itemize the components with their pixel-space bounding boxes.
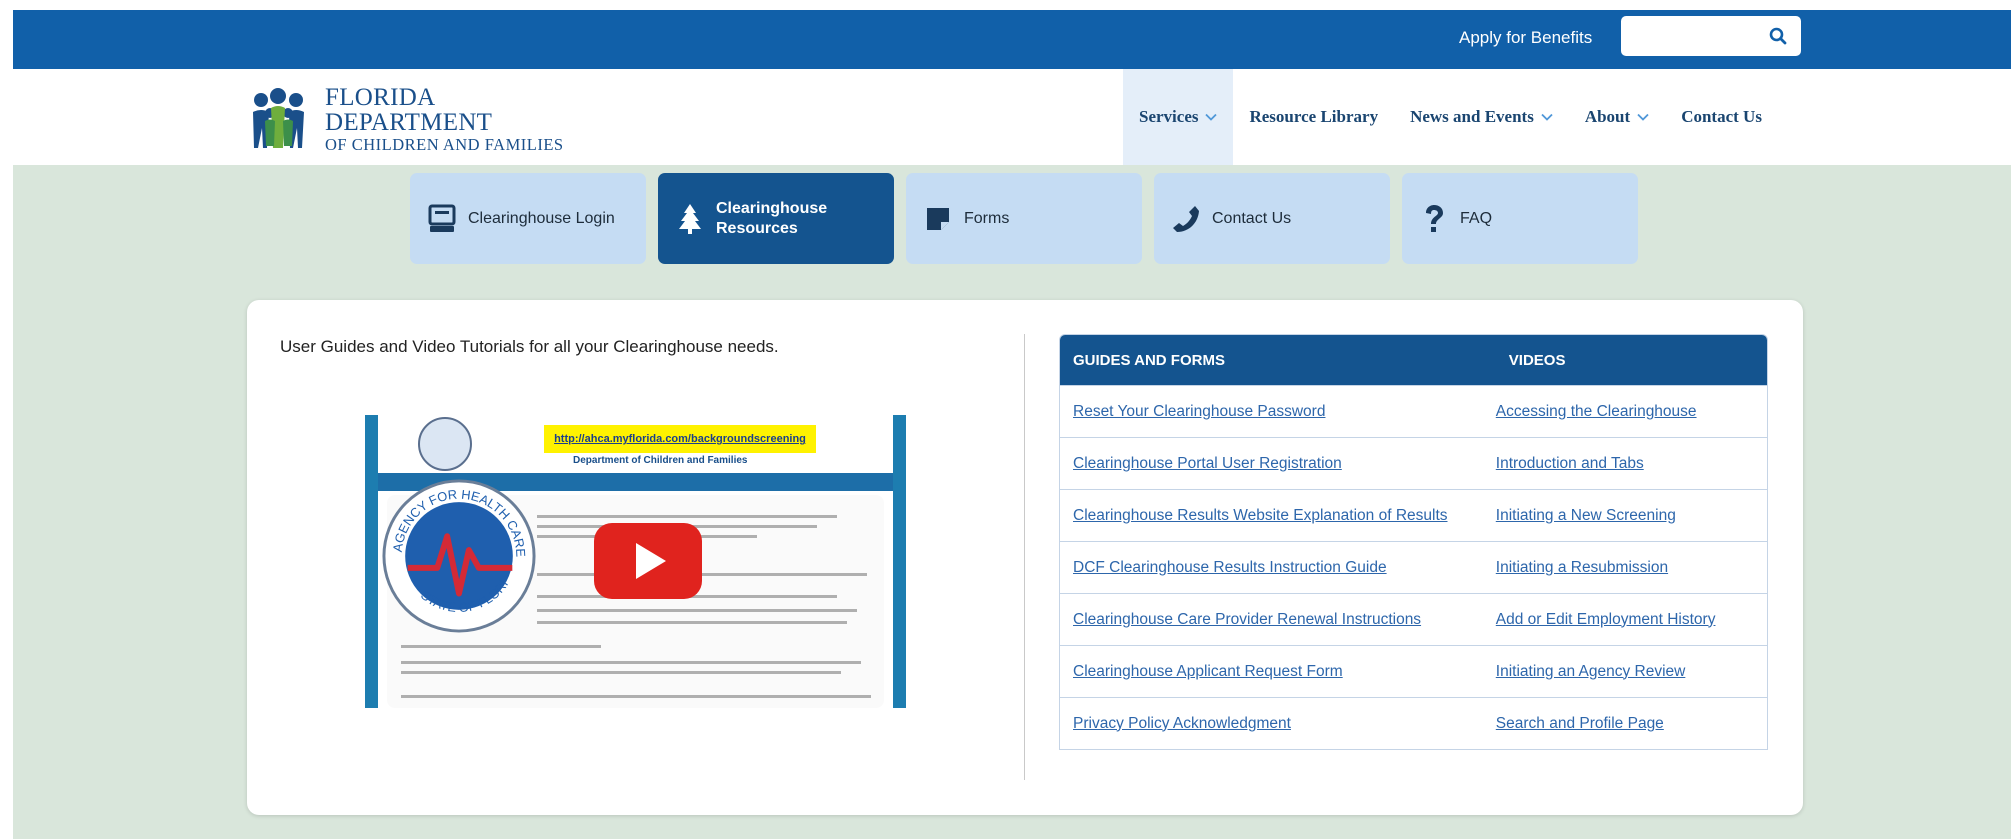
nav-contact-us-label: Contact Us — [1681, 107, 1762, 126]
video-player[interactable]: http://ahca.myflorida.com/backgroundscre… — [365, 415, 906, 708]
nav-resource-library[interactable]: Resource Library — [1233, 69, 1394, 165]
table-row: Clearinghouse Applicant Request Form Ini… — [1060, 645, 1767, 697]
logo-line-1: FLORIDA DEPARTMENT — [325, 83, 493, 136]
video-link[interactable]: Accessing the Clearinghouse — [1496, 403, 1697, 420]
nav-resource-library-label: Resource Library — [1249, 107, 1379, 126]
nav-news-and-events[interactable]: News and Events — [1394, 69, 1569, 165]
tile-label: FAQ — [1460, 209, 1493, 227]
nav-about-label: About — [1584, 107, 1631, 126]
search-input[interactable] — [1631, 22, 1759, 50]
page: Apply for Benefits FLORIDA DEPARTMENT OF… — [13, 10, 2011, 839]
nav-services-label: Services — [1139, 107, 1199, 126]
apply-for-benefits-link[interactable]: Apply for Benefits — [1459, 24, 1592, 52]
video-link[interactable]: Search and Profile Page — [1496, 715, 1664, 732]
guide-link[interactable]: Clearinghouse Results Website Explanatio… — [1073, 507, 1448, 524]
chevron-down-icon — [1205, 113, 1218, 121]
tile-faq[interactable]: FAQ — [1402, 173, 1638, 264]
video-dept-text: Department of Children and Families — [573, 455, 748, 466]
tile-clearinghouse-resources[interactable]: Clearinghouse Resources — [658, 173, 894, 264]
nav-about[interactable]: About — [1569, 69, 1665, 165]
table-row: Clearinghouse Care Provider Renewal Inst… — [1060, 593, 1767, 645]
search-button[interactable] — [1763, 22, 1793, 50]
note-icon — [922, 201, 954, 237]
family-logo-icon — [253, 88, 304, 148]
site-header: FLORIDA DEPARTMENT OF CHILDREN AND FAMIL… — [13, 69, 2011, 165]
table-row: Clearinghouse Portal User Registration I… — [1060, 437, 1767, 489]
video-link[interactable]: Introduction and Tabs — [1496, 455, 1644, 472]
guide-link[interactable]: DCF Clearinghouse Results Instruction Gu… — [1073, 559, 1387, 576]
table-row: DCF Clearinghouse Results Instruction Gu… — [1060, 541, 1767, 593]
table-row: Reset Your Clearinghouse Password Access… — [1060, 385, 1767, 437]
header-videos: VIDEOS — [1508, 351, 1566, 369]
guide-link[interactable]: Reset Your Clearinghouse Password — [1073, 403, 1325, 420]
phone-icon — [1170, 201, 1202, 237]
tile-label: Clearinghouse Resources — [716, 199, 828, 237]
intro-text: User Guides and Video Tutorials for all … — [280, 337, 779, 356]
resources-table: GUIDES AND FORMS VIDEOS Reset Your Clear… — [1059, 334, 1768, 750]
florida-seal-icon — [418, 417, 472, 471]
video-link[interactable]: Add or Edit Employment History — [1496, 611, 1716, 628]
nav-services[interactable]: Services — [1123, 69, 1234, 165]
table-header: GUIDES AND FORMS VIDEOS — [1060, 335, 1767, 385]
ahca-seal-icon: AGENCY FOR HEALTH CARE ADMINISTRATION ST… — [380, 477, 536, 633]
header-guides-forms: GUIDES AND FORMS — [1073, 351, 1225, 369]
video-link[interactable]: Initiating a Resubmission — [1496, 559, 1668, 576]
play-icon[interactable] — [594, 523, 702, 599]
table-row: Privacy Policy Acknowledgment Search and… — [1060, 697, 1767, 749]
tile-label: Forms — [964, 209, 1010, 227]
chevron-down-icon — [1637, 113, 1649, 121]
nav-news-events-label: News and Events — [1410, 107, 1534, 126]
guide-link[interactable]: Clearinghouse Care Provider Renewal Inst… — [1073, 611, 1421, 628]
dcf-logo[interactable]: FLORIDA DEPARTMENT OF CHILDREN AND FAMIL… — [247, 83, 607, 154]
tile-forms[interactable]: Forms — [906, 173, 1142, 264]
utility-bar: Apply for Benefits — [13, 10, 2011, 69]
tile-clearinghouse-login[interactable]: Clearinghouse Login — [410, 173, 646, 264]
video-link[interactable]: Initiating an Agency Review — [1496, 663, 1686, 680]
guide-link[interactable]: Privacy Policy Acknowledgment — [1073, 715, 1291, 732]
monitor-icon — [426, 201, 458, 237]
video-link[interactable]: Initiating a New Screening — [1496, 507, 1676, 524]
main-nav: Services Resource Library News and Event… — [1123, 69, 1778, 165]
search-box — [1621, 16, 1801, 56]
chevron-down-icon — [1541, 113, 1553, 121]
nav-contact-us[interactable]: Contact Us — [1665, 69, 1778, 165]
video-thumbnail: http://ahca.myflorida.com/backgroundscre… — [378, 415, 893, 708]
guide-link[interactable]: Clearinghouse Portal User Registration — [1073, 455, 1342, 472]
tree-icon — [674, 201, 706, 237]
video-url-text: http://ahca.myflorida.com/backgroundscre… — [544, 425, 816, 453]
column-divider — [1024, 334, 1025, 780]
tile-contact-us[interactable]: Contact Us — [1154, 173, 1390, 264]
search-icon — [1769, 27, 1787, 45]
content-card: User Guides and Video Tutorials for all … — [247, 300, 1803, 815]
guide-link[interactable]: Clearinghouse Applicant Request Form — [1073, 663, 1343, 680]
logo-line-2: OF CHILDREN AND FAMILIES — [325, 134, 564, 154]
tile-label: Clearinghouse Login — [468, 209, 615, 227]
question-icon — [1418, 201, 1450, 237]
tile-label: Contact Us — [1212, 209, 1292, 227]
table-row: Clearinghouse Results Website Explanatio… — [1060, 489, 1767, 541]
